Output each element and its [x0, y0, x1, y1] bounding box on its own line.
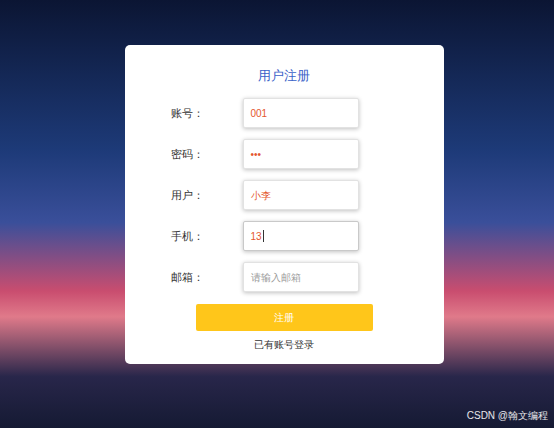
page: 用户注册账号： 001 密码： ••• 用户： 小李手机： 13 邮箱： 请输入邮箱注册已有账号…: [0, 0, 554, 428]
field-label: 账号：: [125, 105, 243, 122]
form-row: 用户： 小李: [125, 180, 444, 210]
text-input[interactable]: 13: [243, 221, 359, 251]
field-label: 用户：: [125, 187, 243, 204]
input-value: 小李: [251, 188, 271, 203]
text-input[interactable]: 001: [243, 98, 359, 128]
form-row: 密码： •••: [125, 139, 444, 169]
form-row: 邮箱： 请输入邮箱: [125, 262, 444, 292]
login-link[interactable]: 已有账号登录: [125, 337, 444, 352]
background-photo: 用户注册账号： 001 密码： ••• 用户： 小李手机： 13 邮箱： 请输入邮箱注册已有账号…: [0, 0, 554, 364]
input-placeholder: 请输入邮箱: [251, 270, 301, 285]
text-caret: [263, 230, 264, 242]
input-value: 001: [251, 106, 268, 121]
register-card: 用户注册账号： 001 密码： ••• 用户： 小李手机： 13 邮箱： 请输入邮箱注册已有账号…: [125, 45, 444, 364]
input-value: 13: [251, 229, 262, 244]
watermark: CSDN @翰文编程: [467, 408, 548, 423]
form-title: 用户注册: [125, 67, 444, 85]
field-label: 邮箱：: [125, 269, 243, 286]
form-fields: 账号： 001 密码： ••• 用户： 小李手机： 13 邮箱： 请输入邮箱: [125, 98, 444, 292]
form-row: 手机： 13: [125, 221, 444, 251]
input-value: •••: [251, 147, 262, 162]
text-input[interactable]: 小李: [243, 180, 359, 210]
field-label: 密码：: [125, 146, 243, 163]
field-label: 手机：: [125, 228, 243, 245]
text-input[interactable]: 请输入邮箱: [243, 262, 359, 292]
form-row: 账号： 001: [125, 98, 444, 128]
register-button[interactable]: 注册: [196, 304, 373, 331]
text-input[interactable]: •••: [243, 139, 359, 169]
